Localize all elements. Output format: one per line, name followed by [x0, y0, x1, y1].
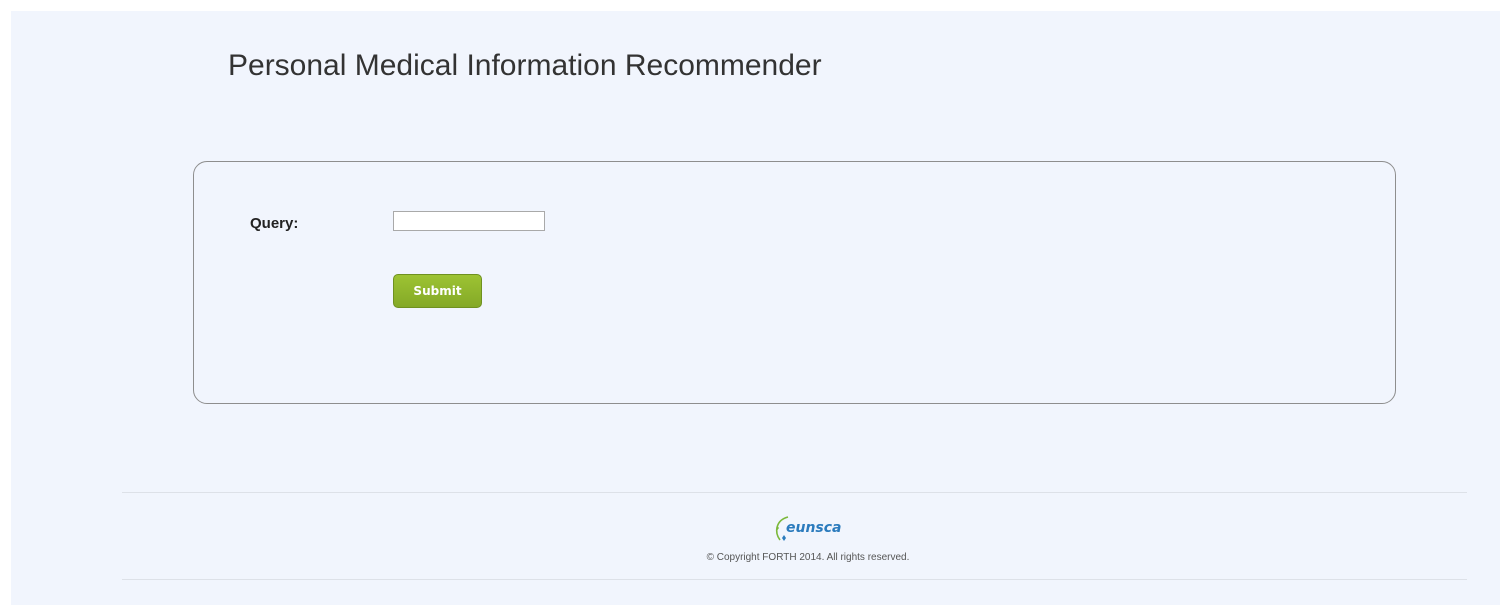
query-form-panel: Query: Submit [193, 161, 1396, 404]
footer-divider-bottom [122, 579, 1467, 580]
logo-wordmark: eunsca [786, 520, 842, 536]
eunsca-logo: eunsca [775, 516, 842, 541]
page-title: Personal Medical Information Recommender [228, 49, 822, 82]
query-input[interactable] [393, 211, 545, 231]
submit-button[interactable]: Submit [393, 274, 482, 308]
query-label: Query: [250, 215, 299, 232]
page-background: Personal Medical Information Recommender… [11, 11, 1500, 605]
footer-divider-top [122, 492, 1467, 493]
copyright-text: © Copyright FORTH 2014. All rights reser… [706, 552, 910, 563]
